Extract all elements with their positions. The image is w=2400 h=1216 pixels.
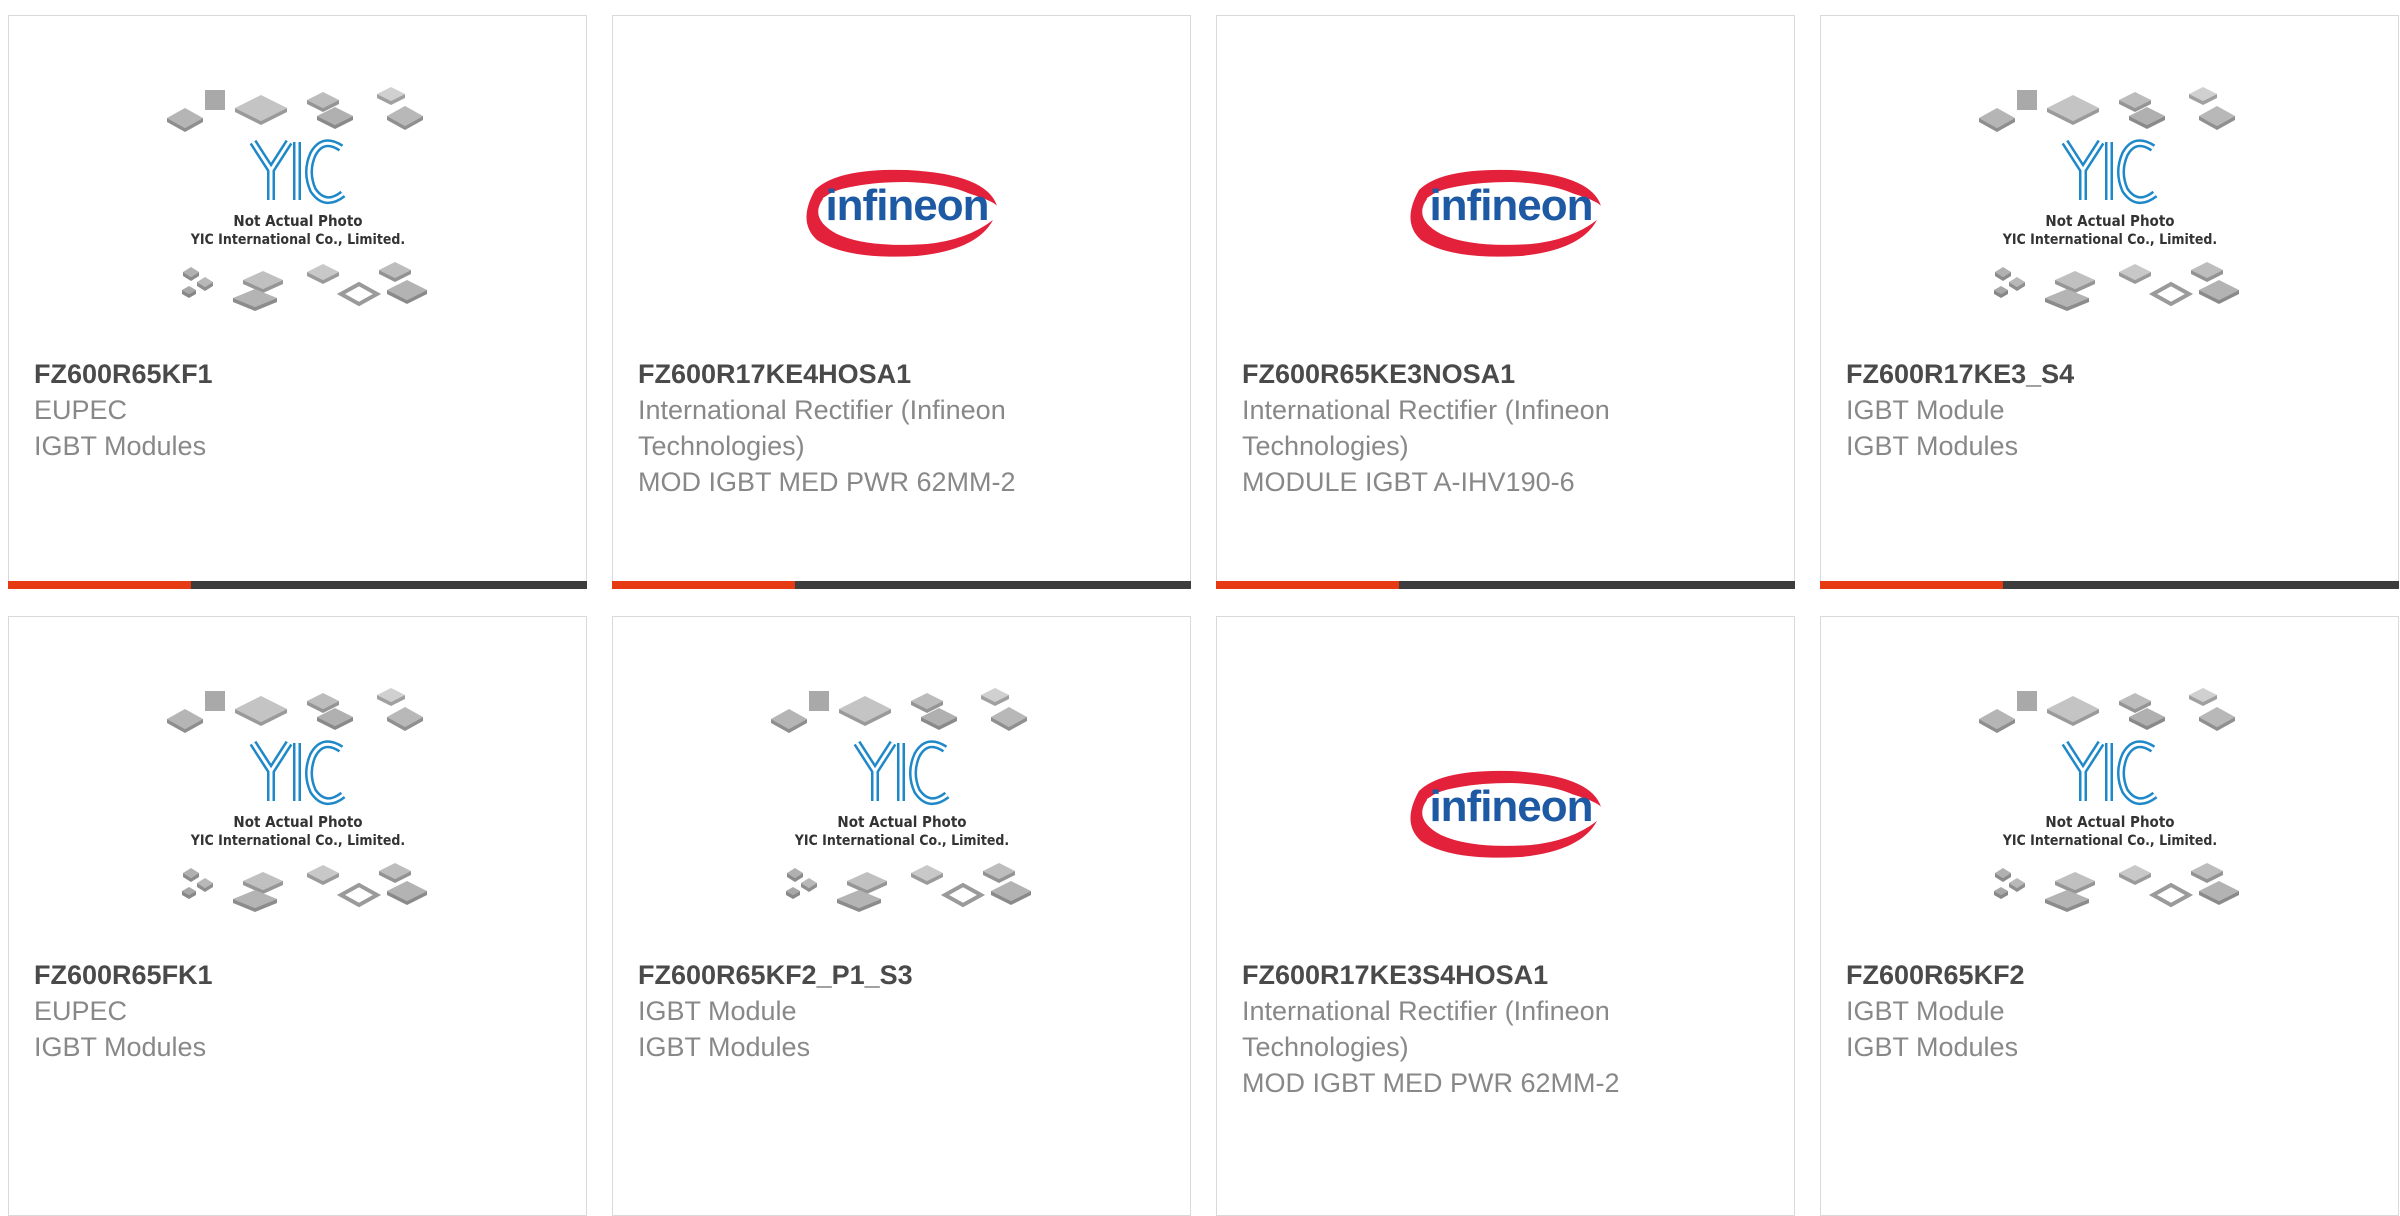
placeholder-caption: Not Actual Photo xyxy=(2045,212,2174,230)
product-info: FZ600R65FK1 EUPEC IGBT Modules xyxy=(34,957,556,1065)
manufacturer: International Rectifier (Infineon Techno… xyxy=(1242,996,1610,1062)
product-image-placeholder[interactable]: Not Actual Photo YIC International Co., L… xyxy=(613,687,1190,957)
chip-illustration-top xyxy=(770,688,1027,733)
part-number-link[interactable]: FZ600R65KF1 xyxy=(34,356,556,392)
product-card[interactable]: infineon FZ600R17KE3S4HOSA1 Internationa… xyxy=(1216,616,1795,1216)
part-number-link[interactable]: FZ600R17KE4HOSA1 xyxy=(638,356,1160,392)
manufacturer: International Rectifier (Infineon Techno… xyxy=(1242,395,1610,461)
placeholder-caption: Not Actual Photo xyxy=(2045,813,2174,831)
infineon-wordmark: infineon xyxy=(825,181,988,230)
manufacturer: IGBT Module xyxy=(1846,996,2005,1026)
product-info: FZ600R17KE4HOSA1 International Rectifier… xyxy=(638,356,1160,500)
yic-placeholder-image: Not Actual Photo YIC International Co., L… xyxy=(166,688,427,912)
description: IGBT Modules xyxy=(1846,1032,2019,1062)
description: MOD IGBT MED PWR 62MM-2 xyxy=(1242,1068,1620,1098)
chip-illustration-bottom xyxy=(181,262,427,311)
card-accent-bar xyxy=(1820,581,2399,589)
part-number-link[interactable]: FZ600R65FK1 xyxy=(34,957,556,993)
product-info: FZ600R65KF2 IGBT Module IGBT Modules xyxy=(1846,957,2368,1065)
yic-logo xyxy=(2061,740,2157,805)
part-number-link[interactable]: FZ600R17KE3_S4 xyxy=(1846,356,2368,392)
chip-illustration-top xyxy=(1978,87,2235,132)
description: MODULE IGBT A-IHV190-6 xyxy=(1242,467,1575,497)
description: IGBT Modules xyxy=(638,1032,811,1062)
yic-placeholder-image: Not Actual Photo YIC International Co., L… xyxy=(770,688,1031,912)
product-card[interactable]: Not Actual Photo YIC International Co., L… xyxy=(8,15,587,589)
product-image-placeholder[interactable]: Not Actual Photo YIC International Co., L… xyxy=(9,86,586,356)
product-card[interactable]: infineon FZ600R65KE3NOSA1 International … xyxy=(1216,15,1795,589)
chip-illustration-bottom xyxy=(1993,262,2239,311)
product-image-placeholder[interactable]: Not Actual Photo YIC International Co., L… xyxy=(9,687,586,957)
product-info: FZ600R65KF1 EUPEC IGBT Modules xyxy=(34,356,556,464)
description: MOD IGBT MED PWR 62MM-2 xyxy=(638,467,1016,497)
product-image-infineon[interactable]: infineon xyxy=(1217,687,1794,957)
manufacturer: IGBT Module xyxy=(1846,395,2005,425)
part-number-link[interactable]: FZ600R65KF2_P1_S3 xyxy=(638,957,1160,993)
product-info: FZ600R65KF2_P1_S3 IGBT Module IGBT Modul… xyxy=(638,957,1160,1065)
product-card[interactable]: infineon FZ600R17KE4HOSA1 International … xyxy=(612,15,1191,589)
yic-placeholder-image: Not Actual Photo YIC International Co., L… xyxy=(1978,688,2239,912)
product-info: FZ600R17KE3_S4 IGBT Module IGBT Modules xyxy=(1846,356,2368,464)
placeholder-caption: Not Actual Photo xyxy=(233,212,362,230)
card-accent-bar xyxy=(8,581,587,589)
card-accent-bar xyxy=(1216,581,1795,589)
infineon-wordmark: infineon xyxy=(1429,782,1592,831)
placeholder-caption: Not Actual Photo xyxy=(233,813,362,831)
product-grid: Not Actual Photo YIC International Co., L… xyxy=(8,15,2400,1216)
product-card[interactable]: Not Actual Photo YIC International Co., L… xyxy=(8,616,587,1216)
product-image-infineon[interactable]: infineon xyxy=(1217,86,1794,356)
product-info: FZ600R17KE3S4HOSA1 International Rectifi… xyxy=(1242,957,1764,1101)
placeholder-company: YIC International Co., Limited. xyxy=(793,833,1008,849)
manufacturer: EUPEC xyxy=(34,395,128,425)
placeholder-company: YIC International Co., Limited. xyxy=(189,833,404,849)
product-image-placeholder[interactable]: Not Actual Photo YIC International Co., L… xyxy=(1821,687,2398,957)
yic-logo xyxy=(249,139,345,204)
product-image-placeholder[interactable]: Not Actual Photo YIC International Co., L… xyxy=(1821,86,2398,356)
placeholder-company: YIC International Co., Limited. xyxy=(189,232,404,248)
card-accent-bar xyxy=(612,581,1191,589)
product-image-infineon[interactable]: infineon xyxy=(613,86,1190,356)
part-number-link[interactable]: FZ600R65KF2 xyxy=(1846,957,2368,993)
chip-illustration-bottom xyxy=(181,863,427,912)
product-info: FZ600R65KE3NOSA1 International Rectifier… xyxy=(1242,356,1764,500)
infineon-wordmark: infineon xyxy=(1429,181,1592,230)
chip-illustration-top xyxy=(166,688,423,733)
yic-placeholder-image: Not Actual Photo YIC International Co., L… xyxy=(1978,87,2239,311)
yic-logo xyxy=(853,740,949,805)
yic-placeholder-image: Not Actual Photo YIC International Co., L… xyxy=(166,87,427,311)
infineon-logo: infineon xyxy=(1409,169,1601,257)
placeholder-company: YIC International Co., Limited. xyxy=(2001,232,2216,248)
part-number-link[interactable]: FZ600R65KE3NOSA1 xyxy=(1242,356,1764,392)
yic-logo xyxy=(2061,139,2157,204)
chip-illustration-top xyxy=(166,87,423,132)
infineon-logo: infineon xyxy=(1409,770,1601,858)
chip-illustration-top xyxy=(1978,688,2235,733)
chip-illustration-bottom xyxy=(1993,863,2239,912)
part-number-link[interactable]: FZ600R17KE3S4HOSA1 xyxy=(1242,957,1764,993)
manufacturer: International Rectifier (Infineon Techno… xyxy=(638,395,1006,461)
description: IGBT Modules xyxy=(34,1032,207,1062)
product-card[interactable]: Not Actual Photo YIC International Co., L… xyxy=(612,616,1191,1216)
manufacturer: IGBT Module xyxy=(638,996,797,1026)
manufacturer: EUPEC xyxy=(34,996,128,1026)
chip-illustration-bottom xyxy=(785,863,1031,912)
infineon-logo: infineon xyxy=(805,169,997,257)
product-card[interactable]: Not Actual Photo YIC International Co., L… xyxy=(1820,616,2399,1216)
placeholder-caption: Not Actual Photo xyxy=(837,813,966,831)
product-card[interactable]: Not Actual Photo YIC International Co., L… xyxy=(1820,15,2399,589)
placeholder-company: YIC International Co., Limited. xyxy=(2001,833,2216,849)
yic-logo xyxy=(249,740,345,805)
description: IGBT Modules xyxy=(1846,431,2019,461)
description: IGBT Modules xyxy=(34,431,207,461)
